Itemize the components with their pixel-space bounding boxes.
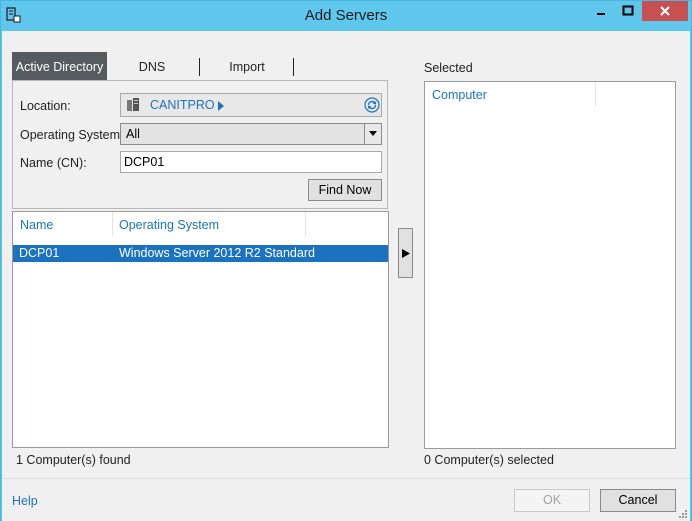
os-label: Operating System:: [20, 128, 124, 142]
column-separator[interactable]: [112, 212, 113, 236]
column-header-name[interactable]: Name: [20, 218, 53, 232]
chevron-down-icon: [369, 131, 377, 136]
table-row[interactable]: DCP01 Windows Server 2012 R2 Standard: [13, 245, 388, 262]
selected-list[interactable]: Computer: [424, 81, 676, 449]
search-panel: Location: CANITPRO Operating System: All…: [12, 80, 388, 209]
ok-button[interactable]: OK: [514, 489, 590, 512]
row-name: DCP01: [19, 246, 60, 260]
column-separator[interactable]: [305, 212, 306, 236]
location-value: CANITPRO: [150, 98, 215, 112]
tab-active-directory[interactable]: Active Directory: [12, 52, 107, 80]
tab-dns[interactable]: DNS: [112, 52, 192, 80]
close-button[interactable]: [642, 1, 688, 21]
found-status: 1 Computer(s) found: [16, 453, 131, 467]
tab-separator: [199, 58, 200, 76]
os-dropdown[interactable]: All: [120, 123, 382, 145]
row-os: Windows Server 2012 R2 Standard: [119, 246, 315, 260]
tab-import[interactable]: Import: [202, 52, 292, 80]
dialog-footer: Help OK Cancel: [2, 478, 690, 521]
column-header-computer[interactable]: Computer: [432, 88, 487, 102]
name-label: Name (CN):: [20, 156, 87, 170]
title-bar[interactable]: Add Servers: [1, 1, 691, 31]
column-separator[interactable]: [595, 82, 596, 106]
arrow-right-icon: [402, 249, 410, 258]
domain-icon: [127, 98, 139, 111]
add-to-selected-button[interactable]: [398, 228, 413, 278]
name-input[interactable]: [120, 151, 382, 173]
resize-grip-icon[interactable]: [678, 509, 688, 519]
maximize-button[interactable]: [615, 1, 641, 21]
help-link[interactable]: Help: [12, 494, 38, 508]
dropdown-button[interactable]: [364, 124, 381, 144]
location-label: Location:: [20, 99, 71, 113]
column-header-os[interactable]: Operating System: [119, 218, 219, 232]
maximize-icon: [622, 5, 634, 16]
find-now-button[interactable]: Find Now: [308, 179, 382, 201]
selected-status: 0 Computer(s) selected: [424, 453, 554, 467]
add-servers-window: Add Servers Active Directory DNS Import …: [0, 0, 692, 521]
minimize-icon: [597, 13, 605, 15]
dialog-body: Active Directory DNS Import Location: CA…: [2, 31, 690, 521]
tab-separator: [293, 58, 294, 76]
breadcrumb-arrow-icon[interactable]: [217, 101, 225, 111]
results-list[interactable]: Name Operating System DCP01 Windows Serv…: [12, 211, 389, 448]
minimize-button[interactable]: [588, 1, 614, 21]
os-selected-value: All: [126, 127, 140, 141]
close-icon: [660, 6, 670, 16]
selected-label: Selected: [424, 61, 473, 75]
cancel-button[interactable]: Cancel: [600, 489, 676, 512]
refresh-icon[interactable]: [364, 97, 380, 113]
location-field[interactable]: CANITPRO: [120, 93, 382, 117]
